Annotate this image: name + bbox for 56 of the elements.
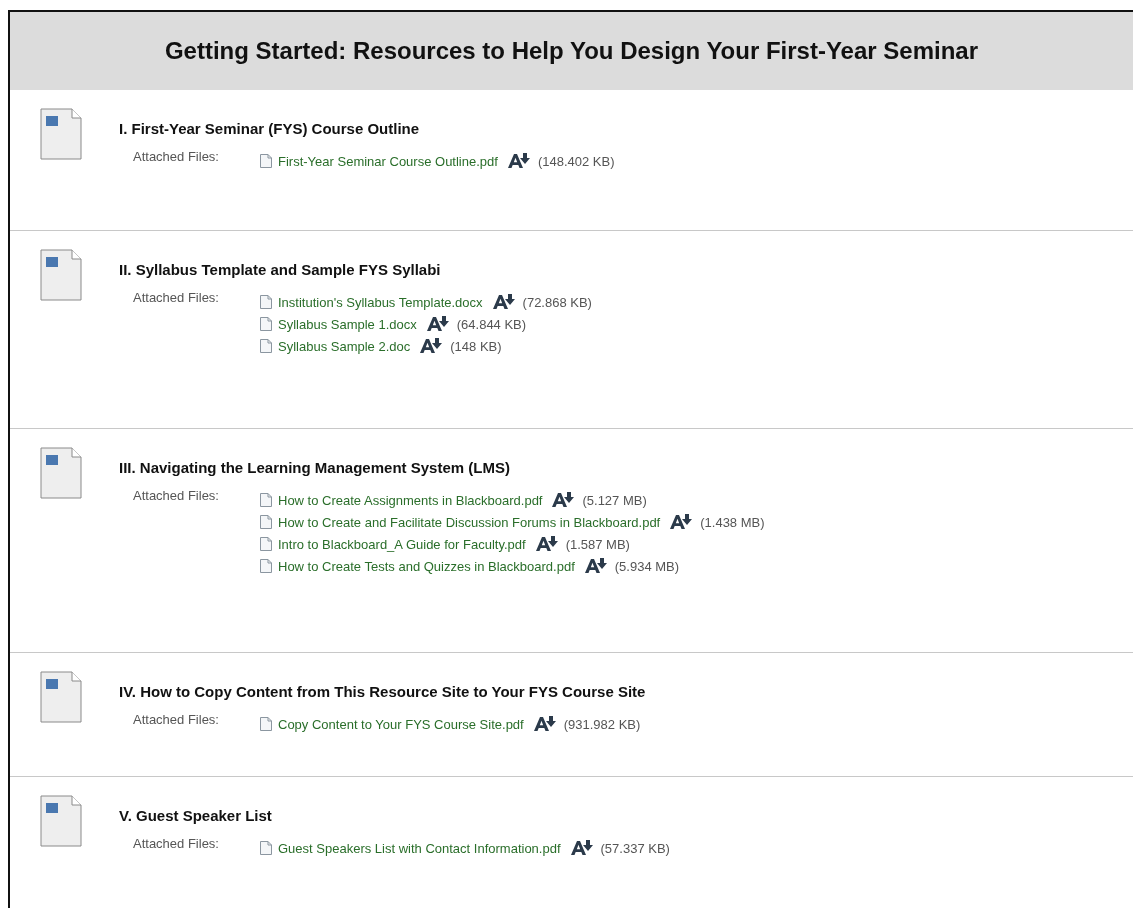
file-link[interactable]: Syllabus Sample 2.doc <box>278 338 411 354</box>
file-link[interactable]: How to Create Assignments in Blackboard.pdf <box>278 492 543 508</box>
file-link[interactable]: First-Year Seminar Course Outline.pdf <box>278 153 498 169</box>
file-size: (148 KB) <box>450 338 502 354</box>
file-icon <box>260 339 272 353</box>
file-link[interactable]: How to Create and Facilitate Discussion Forums in Blackboard.pdf <box>278 514 661 530</box>
document-icon <box>40 249 82 301</box>
file-size: (931.982 KB) <box>563 716 641 732</box>
file-icon <box>260 717 272 731</box>
item-title: III. Navigating the Learning Management System (LMS) <box>119 459 511 476</box>
alternative-format-icon[interactable] <box>584 558 607 574</box>
file-size: (72.868 KB) <box>522 294 592 310</box>
attached-files-label: Attached Files: <box>133 290 220 307</box>
alternative-format-icon[interactable] <box>552 492 575 508</box>
document-icon <box>40 108 82 160</box>
file-link[interactable]: Syllabus Sample 1.docx <box>278 316 417 332</box>
item-title: II. Syllabus Template and Sample FYS Syllabi <box>119 261 442 278</box>
file-size: (64.844 KB) <box>456 316 527 332</box>
document-icon <box>40 447 82 499</box>
file-icon <box>260 317 272 331</box>
file-size: (5.127 MB) <box>582 492 647 508</box>
alternative-format-icon[interactable] <box>420 338 443 354</box>
alternative-format-icon[interactable] <box>533 716 556 732</box>
alternative-format-icon[interactable] <box>507 153 530 169</box>
alternative-format-icon[interactable] <box>426 316 449 332</box>
file-size: (5.934 MB) <box>614 558 680 574</box>
file-link[interactable]: Guest Speakers List with Contact Information.pdf <box>278 840 561 856</box>
file-size: (1.587 MB) <box>565 536 630 552</box>
item-title: IV. How to Copy Content from This Resource Site to Your FYS Course Site <box>119 683 646 700</box>
file-size: (57.337 KB) <box>600 840 670 856</box>
page-title: Getting Started: Resources to Help You Design Your First-Year Seminar <box>164 37 979 65</box>
file-link[interactable]: Institution's Syllabus Template.docx <box>278 294 483 310</box>
file-icon <box>260 515 272 529</box>
attached-files-label: Attached Files: <box>133 836 220 853</box>
alternative-format-icon[interactable] <box>670 514 693 530</box>
file-icon <box>260 295 272 309</box>
file-link[interactable]: Intro to Blackboard_A Guide for Faculty.pdf <box>278 536 526 552</box>
item-title: I. First-Year Seminar (FYS) Course Outline <box>119 120 421 137</box>
file-link[interactable]: Copy Content to Your FYS Course Site.pdf <box>278 716 524 732</box>
alternative-format-icon[interactable] <box>492 294 515 310</box>
document-icon <box>40 795 82 847</box>
document-icon <box>40 671 82 723</box>
file-icon <box>260 493 272 507</box>
file-icon <box>260 559 272 573</box>
item-title: V. Guest Speaker List <box>119 807 273 824</box>
attached-files-label: Attached Files: <box>133 488 220 505</box>
file-size: (1.438 MB) <box>700 514 765 530</box>
file-icon <box>260 537 272 551</box>
file-icon <box>260 154 272 168</box>
file-link[interactable]: How to Create Tests and Quizzes in Blackboard.pdf <box>278 558 575 574</box>
file-size: (148.402 KB) <box>537 153 615 169</box>
alternative-format-icon[interactable] <box>535 536 558 552</box>
attached-files-label: Attached Files: <box>133 149 220 166</box>
attached-files-label: Attached Files: <box>133 712 220 729</box>
file-icon <box>260 841 272 855</box>
alternative-format-icon[interactable] <box>570 840 593 856</box>
